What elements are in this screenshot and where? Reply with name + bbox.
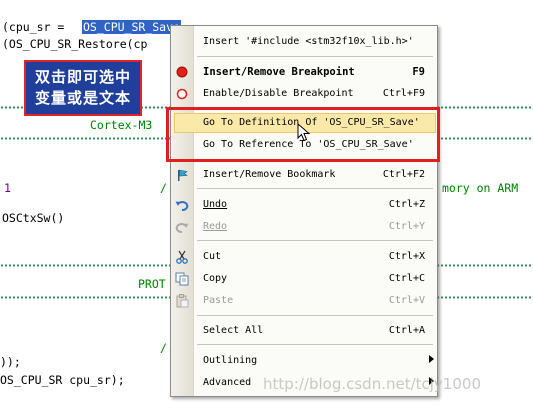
mouse-pointer-icon [297, 122, 311, 147]
paste-icon [175, 294, 189, 308]
menu-item-label: Paste [203, 295, 234, 306]
menu-item-shortcut: Ctrl+F9 [382, 88, 425, 99]
menu-item-label: Go To Definition Of 'OS_CPU_SR_Save' [203, 117, 420, 128]
scissors-icon [175, 250, 189, 264]
menu-item-copy[interactable]: Copy Ctrl+C [171, 269, 439, 289]
callout-line-2: 变量或是文本 [34, 89, 131, 107]
menu-separator [197, 188, 433, 189]
menu-item-shortcut: Ctrl+C [388, 273, 425, 284]
comment-text: PROT [138, 277, 166, 291]
comment-slash: / [160, 341, 167, 355]
comment-text: mory on ARM [442, 181, 519, 195]
menu-separator [197, 56, 433, 57]
menu-item-outlining[interactable]: Outlining [171, 351, 439, 371]
menu-item-shortcut: Ctrl+Y [388, 221, 425, 232]
code-number: 1 [4, 181, 11, 195]
code-line: )); [0, 355, 21, 369]
menu-item-shortcut: F9 [412, 66, 425, 78]
annotation-callout: 双击即可选中 变量或是文本 [24, 60, 142, 116]
menu-item-shortcut: Ctrl+V [388, 295, 425, 306]
menu-separator [197, 159, 433, 160]
code-line: (OS_CPU_SR_Restore(cp [2, 37, 148, 51]
selected-text[interactable]: OS_CPU_SR_Save [82, 20, 181, 34]
menu-item-label: Enable/Disable Breakpoint [203, 88, 354, 99]
context-menu[interactable]: Insert '#include <stm32f10x_lib.h>' Inse… [170, 25, 438, 397]
menu-item-select-all[interactable]: Select All Ctrl+A [171, 321, 439, 341]
menu-item-undo[interactable]: Undo Ctrl+Z [171, 195, 439, 215]
callout-line-1: 双击即可选中 [34, 68, 131, 86]
submenu-arrow-icon [429, 355, 434, 363]
comment-slash: / [160, 181, 167, 195]
redo-arrow-icon [175, 220, 189, 234]
watermark-text: http://blog.csdn.net/tcjy1000 [263, 375, 481, 393]
menu-item-label: Copy [203, 273, 228, 284]
menu-item-shortcut: Ctrl+A [388, 325, 425, 336]
menu-separator [197, 344, 433, 345]
menu-separator [197, 240, 433, 241]
comment-text: Cortex-M3 [90, 118, 153, 132]
menu-item-label: Undo [203, 199, 228, 210]
menu-item-redo[interactable]: Redo Ctrl+Y [171, 217, 439, 237]
hollow-red-circle-icon [175, 87, 189, 101]
menu-item-cut[interactable]: Cut Ctrl+X [171, 247, 439, 267]
menu-item-shortcut: Ctrl+Z [388, 199, 425, 210]
menu-item-label: Redo [203, 221, 228, 232]
menu-item-label: Insert/Remove Bookmark [203, 169, 336, 180]
menu-item-label: Outlining [203, 355, 258, 366]
menu-item-shortcut: Ctrl+X [388, 251, 425, 262]
undo-arrow-icon [175, 198, 189, 212]
code-line: OSCtxSw() [2, 211, 65, 225]
menu-item-toggle-breakpoint[interactable]: Insert/Remove Breakpoint F9 [171, 62, 439, 82]
menu-item-paste[interactable]: Paste Ctrl+V [171, 291, 439, 311]
menu-item-label: Select All [203, 325, 264, 336]
copy-icon [175, 272, 189, 286]
code-line: OS_CPU_SR cpu_sr); [0, 373, 125, 387]
menu-item-enable-breakpoint[interactable]: Enable/Disable Breakpoint Ctrl+F9 [171, 84, 439, 104]
menu-item-label: Insert/Remove Breakpoint [203, 66, 355, 78]
red-dot-icon [175, 65, 189, 79]
menu-item-insert-include[interactable]: Insert '#include <stm32f10x_lib.h>' [171, 32, 439, 52]
menu-item-shortcut: Ctrl+F2 [382, 169, 425, 180]
flag-icon [175, 168, 189, 182]
menu-item-label: Cut [203, 251, 222, 262]
menu-item-label: Insert '#include <stm32f10x_lib.h>' [203, 36, 414, 47]
menu-item-label: Advanced [203, 377, 252, 388]
menu-item-toggle-bookmark[interactable]: Insert/Remove Bookmark Ctrl+F2 [171, 165, 439, 185]
code-line-prefix: (cpu_sr = [2, 20, 72, 34]
menu-separator [197, 107, 433, 108]
menu-separator [197, 315, 433, 316]
